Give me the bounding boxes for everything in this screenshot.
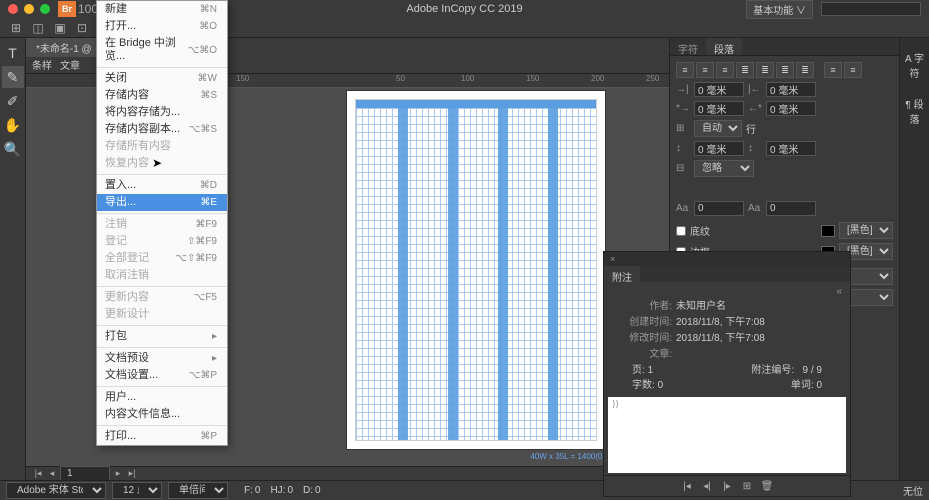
menu-checkin[interactable]: 登记⇧⌘F9 [97, 233, 227, 250]
notes-panel: × 附注 « 作者:未知用户名 创建时间:2018/11/8, 下午7:08 修… [603, 251, 851, 497]
menu-saveall[interactable]: 存储所有内容 [97, 138, 227, 155]
align-left[interactable]: ≡ [676, 62, 694, 78]
menu-close[interactable]: 关闭⌘W [97, 70, 227, 87]
menu-open[interactable]: 打开...⌘O [97, 18, 227, 35]
note-tool[interactable]: ✎ [2, 66, 24, 88]
menu-cancel-checkout[interactable]: 取消注销 [97, 267, 227, 284]
bridge-icon[interactable]: Br [58, 1, 76, 17]
align-justify-right[interactable]: ≣ [776, 62, 794, 78]
note-content-area[interactable]: ⟩⟩ [608, 397, 846, 473]
tab-character[interactable]: 字符 [670, 38, 706, 55]
menu-export[interactable]: 导出...⌘E [97, 194, 227, 211]
document-tab[interactable]: *未命名-1 @ [26, 38, 103, 57]
menu-update-design[interactable]: 更新设计 [97, 306, 227, 323]
menu-new[interactable]: 新建⌘N [97, 1, 227, 18]
menu-doc-presets[interactable]: 文档预设▸ [97, 350, 227, 367]
mouse-cursor: ➤ [152, 156, 162, 170]
next-page-button[interactable]: ▸ [112, 468, 124, 480]
maximize-window[interactable] [40, 4, 50, 14]
left-toolbar: T ✎ ✐ ✋ 🔍 [0, 38, 26, 480]
menu-checkinall[interactable]: 全部登记⌥⇧⌘F9 [97, 250, 227, 267]
hand-tool[interactable]: ✋ [2, 114, 24, 136]
new-note-button[interactable]: ⊞ [739, 479, 755, 493]
first-note-button[interactable]: |◂ [679, 479, 695, 493]
toolbar-icon[interactable]: ▣ [52, 20, 68, 36]
next-note-button[interactable]: |▸ [719, 479, 735, 493]
page-canvas[interactable]: 40W x 35L = 1400(0) [346, 90, 606, 450]
delete-note-button[interactable]: 🗑 [759, 479, 775, 493]
workspace-dropdown[interactable]: 基本功能 ∨ [746, 0, 813, 19]
minimize-window[interactable] [24, 4, 34, 14]
stat-f: F:0 [244, 485, 260, 496]
app-title: Adobe InCopy CC 2019 [406, 3, 522, 15]
first-page-button[interactable]: |◂ [32, 468, 44, 480]
zoom-tool[interactable]: 🔍 [2, 138, 24, 160]
space-before[interactable] [694, 141, 744, 156]
menu-package[interactable]: 打包▸ [97, 328, 227, 345]
zoom-value[interactable]: 100 [80, 1, 96, 17]
grid-dropdown[interactable]: 自动 [694, 120, 742, 137]
notes-tab[interactable]: 附注 [604, 266, 640, 282]
page-number[interactable]: 1 [60, 466, 110, 480]
sub-tab[interactable]: 条样 [32, 57, 52, 72]
sub-tab[interactable]: 文章 [60, 57, 80, 72]
close-notes-icon[interactable]: × [610, 254, 615, 264]
align-away-spine[interactable]: ≡ [844, 62, 862, 78]
menu-save[interactable]: 存储内容⌘S [97, 87, 227, 104]
shading-checkbox[interactable] [676, 226, 686, 236]
dropcap-chars[interactable] [766, 201, 816, 216]
toolbar-icon[interactable]: ⊡ [74, 20, 90, 36]
first-line-indent[interactable] [694, 101, 744, 116]
stat-hj: HJ:0 [270, 485, 293, 496]
right-side-tabs: A 字符 ¶ 段落 [899, 38, 929, 480]
toolbar-icon[interactable]: ⊞ [8, 20, 24, 36]
shading-swatch[interactable] [821, 225, 835, 237]
font-select[interactable]: Adobe 宋体 Std [6, 482, 106, 499]
stat-d: D:0 [303, 485, 321, 496]
ignore-dropdown[interactable]: 忽略 [694, 160, 754, 177]
eyedropper-tool[interactable]: ✐ [2, 90, 24, 112]
prev-note-button[interactable]: ◂| [699, 479, 715, 493]
menu-saveas[interactable]: 将内容存储为... [97, 104, 227, 121]
menu-checkout[interactable]: 注销⌘F9 [97, 216, 227, 233]
menu-user[interactable]: 用户... [97, 389, 227, 406]
last-line-indent[interactable] [766, 101, 816, 116]
tab-paragraph[interactable]: 段落 [706, 38, 742, 55]
size-select[interactable]: 12 点 [112, 482, 162, 499]
align-justify-left[interactable]: ≣ [736, 62, 754, 78]
side-tab-char[interactable]: A 字符 [902, 46, 928, 84]
type-tool[interactable]: T [2, 42, 24, 64]
menu-update-content[interactable]: 更新内容⌥F5 [97, 289, 227, 306]
prev-page-button[interactable]: ◂ [46, 468, 58, 480]
menu-print[interactable]: 打印...⌘P [97, 428, 227, 445]
close-window[interactable] [8, 4, 18, 14]
menu-doc-settings[interactable]: 文档设置...⌥⌘P [97, 367, 227, 384]
spacing-select[interactable]: 单倍间距 [168, 482, 228, 499]
dropcap-lines[interactable] [694, 201, 744, 216]
space-after[interactable] [766, 141, 816, 156]
align-toward-spine[interactable]: ≡ [824, 62, 842, 78]
menu-content-info[interactable]: 内容文件信息... [97, 406, 227, 423]
last-page-button[interactable]: ▸| [126, 468, 138, 480]
menu-browse[interactable]: 在 Bridge 中浏览...⌥⌘O [97, 35, 227, 65]
align-right[interactable]: ≡ [716, 62, 734, 78]
shading-color[interactable]: [黑色] [839, 222, 893, 239]
align-center[interactable]: ≡ [696, 62, 714, 78]
collapse-icon[interactable]: « [612, 286, 842, 297]
menu-savecopy[interactable]: 存储内容副本...⌥⌘S [97, 121, 227, 138]
side-tab-para[interactable]: ¶ 段落 [902, 92, 928, 130]
search-box[interactable] [821, 2, 921, 16]
page-dimensions: 40W x 35L = 1400(0) [530, 452, 605, 461]
note-marker-icon: ⟩⟩ [612, 399, 619, 410]
right-indent[interactable] [766, 82, 816, 97]
align-justify-full[interactable]: ≣ [796, 62, 814, 78]
toolbar-icon[interactable]: ◫ [30, 20, 46, 36]
left-indent[interactable] [694, 82, 744, 97]
menu-place[interactable]: 置入...⌘D [97, 177, 227, 194]
file-menu: 新建⌘N 打开...⌘O 在 Bridge 中浏览...⌥⌘O 关闭⌘W 存储内… [96, 0, 228, 446]
bottom-ext: 无位 [903, 483, 923, 498]
align-justify-center[interactable]: ≣ [756, 62, 774, 78]
